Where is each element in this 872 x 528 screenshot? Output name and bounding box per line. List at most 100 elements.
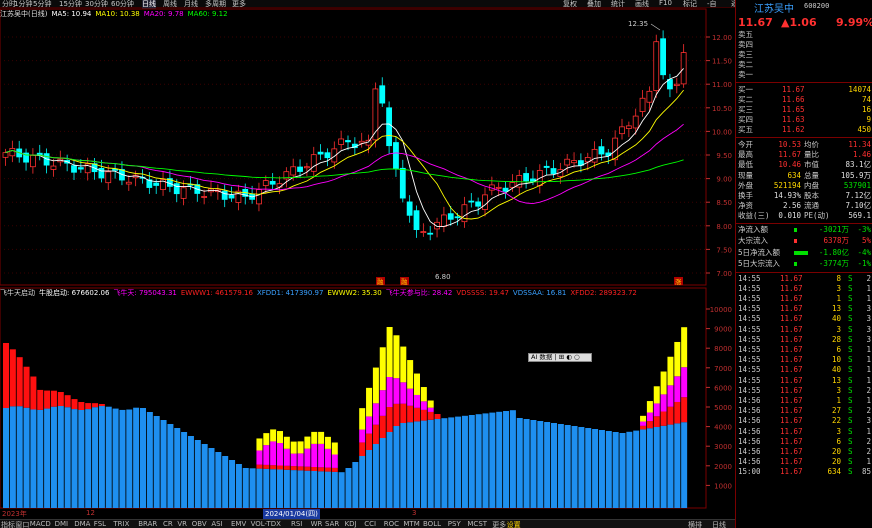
time-axis-label: 12 <box>86 509 95 517</box>
tick-row: 14:56 11.67 22 S 3 <box>736 416 872 426</box>
indicator-bar <box>222 456 229 508</box>
indicator-tab[interactable]: TRIX <box>113 520 129 528</box>
low-annotation: 6.80 <box>435 273 451 281</box>
tick-time: 14:55 <box>738 334 761 344</box>
indicator-bar <box>400 403 407 423</box>
tick-row: 14:55 11.67 13 S 1 <box>736 376 872 386</box>
stat-label: 净资 <box>738 201 753 211</box>
indicator-bar <box>71 409 78 508</box>
stat-value: 11.67 <box>778 150 801 160</box>
candle-body <box>256 189 262 205</box>
indicator-tab[interactable]: VOL-TDX <box>251 520 281 528</box>
indicator-name[interactable]: 飞牛天启动 <box>0 289 35 297</box>
chart-area[interactable]: 12.00 11.50 11.00 10.50 10.00 9.50 9.00 8.50 8.0… <box>0 0 735 509</box>
candle-body <box>420 231 427 234</box>
indicator-tab[interactable]: MCST <box>467 520 487 528</box>
indicator-tab[interactable]: VR <box>177 520 187 528</box>
layout-button[interactable]: 日线 <box>712 520 726 528</box>
indicator-tab[interactable]: DMI <box>55 520 69 528</box>
bid-volume: 16 <box>861 105 871 114</box>
stat-value: 537901 <box>843 180 871 190</box>
stock-name[interactable]: 江苏吴中 <box>754 0 794 15</box>
indicator-tab[interactable]: DMA <box>74 520 90 528</box>
tick-volume: 3 <box>836 283 841 293</box>
tick-time: 14:55 <box>738 345 761 354</box>
stock-code: 600200 <box>804 2 830 10</box>
indicator-bar <box>366 416 373 434</box>
tick-time: 14:55 <box>738 355 761 365</box>
vol-axis-label: 3000 <box>714 443 732 451</box>
tick-side: S <box>848 447 853 456</box>
ai-data-button[interactable]: AI 数据 | ⊞ ◐ ○ <box>528 353 592 362</box>
tick-row: 14:55 11.67 40 S 3 <box>736 314 872 324</box>
flow-row: 大宗流入 6378万 5% <box>736 236 872 246</box>
price-axis-label: 12.00 <box>712 34 732 42</box>
tick-volume: 40 <box>831 365 841 375</box>
indicator-bar <box>420 420 427 508</box>
bid-price: 11.62 <box>782 125 805 134</box>
candle-body <box>386 107 393 147</box>
layout-button[interactable]: 横排 <box>688 520 702 528</box>
indicator-tab[interactable]: BRAR <box>138 520 157 528</box>
indicator-bar <box>681 367 688 398</box>
indicator-bar <box>653 386 660 404</box>
tick-side: S <box>848 426 853 436</box>
indicator-bar <box>37 389 44 410</box>
indicator-bar <box>64 407 71 508</box>
indicator-bar <box>3 343 9 408</box>
indicator-tab[interactable]: KDJ <box>345 520 357 528</box>
tick-row: 14:56 11.67 6 S 2 <box>736 437 872 447</box>
tick-side: S <box>848 314 853 324</box>
tick-price: 11.67 <box>780 426 803 436</box>
indicator-tab[interactable]: 设置 <box>507 520 521 528</box>
stat-label: 现量 <box>738 170 753 180</box>
indicator-tab[interactable]: OBV <box>192 520 207 528</box>
indicator-tab[interactable]: EMV <box>231 520 246 528</box>
tick-time: 14:55 <box>738 365 761 375</box>
vol-axis-label: 2000 <box>714 463 732 471</box>
indicator-tab[interactable]: RSI <box>291 520 302 528</box>
indicator-tab[interactable]: CCI <box>364 520 376 528</box>
tick-time: 14:55 <box>738 385 761 395</box>
tick-price: 11.67 <box>780 406 803 416</box>
tick-row: 14:55 11.67 3 S 1 <box>736 284 872 294</box>
candle-body <box>125 181 132 185</box>
stat-label: 均价 <box>804 140 819 149</box>
indicator-bar <box>551 423 557 508</box>
stat-row: 最高 11.67 量比 1.46 <box>736 150 872 160</box>
candle-body <box>550 168 557 175</box>
indicator-tab[interactable]: CR <box>163 520 173 528</box>
indicator-tab[interactable]: ASI <box>211 520 222 528</box>
indicator-bar <box>681 327 688 368</box>
indicator-tab[interactable]: SAR <box>325 520 339 528</box>
indicator-tab[interactable]: ROC <box>384 520 399 528</box>
indicator-tab[interactable]: 指标 <box>1 520 15 528</box>
indicator-bar <box>277 469 283 508</box>
event-marker-label: 融 <box>401 277 408 286</box>
tick-count: 1 <box>866 396 871 405</box>
indicator-bar <box>30 409 37 508</box>
indicator-tab[interactable]: WR <box>311 520 323 528</box>
indicator-bar <box>201 444 208 508</box>
indicator-bar <box>50 390 57 407</box>
tick-time: 14:55 <box>738 375 761 385</box>
indicator-bar <box>646 401 653 413</box>
price-axis-label: 9.00 <box>716 176 732 184</box>
candle-body <box>619 126 625 135</box>
indicator-tab[interactable]: PSY <box>448 520 461 528</box>
indicator-tab[interactable]: 更多 <box>492 520 506 528</box>
indicator-tab[interactable]: BOLL <box>423 520 441 528</box>
indicator-tab[interactable]: FSL <box>94 520 106 528</box>
indicator-bar <box>318 471 325 508</box>
vol-axis-label: 5000 <box>714 404 732 412</box>
event-marker-label: 涨 <box>675 277 682 286</box>
stat-value: 14.93% <box>773 191 801 200</box>
indicator-tab[interactable]: MACD <box>30 520 51 528</box>
indicator-bar <box>653 416 660 427</box>
indicator-bar <box>270 469 277 508</box>
stat-value: 10.46 <box>778 160 801 170</box>
indicator-tab[interactable]: 窗口 <box>15 520 29 528</box>
indicator-tab[interactable]: MTM <box>403 520 419 528</box>
time-axis-label: 2024/01/04(四) <box>263 509 320 519</box>
indicator-bar <box>318 443 325 468</box>
